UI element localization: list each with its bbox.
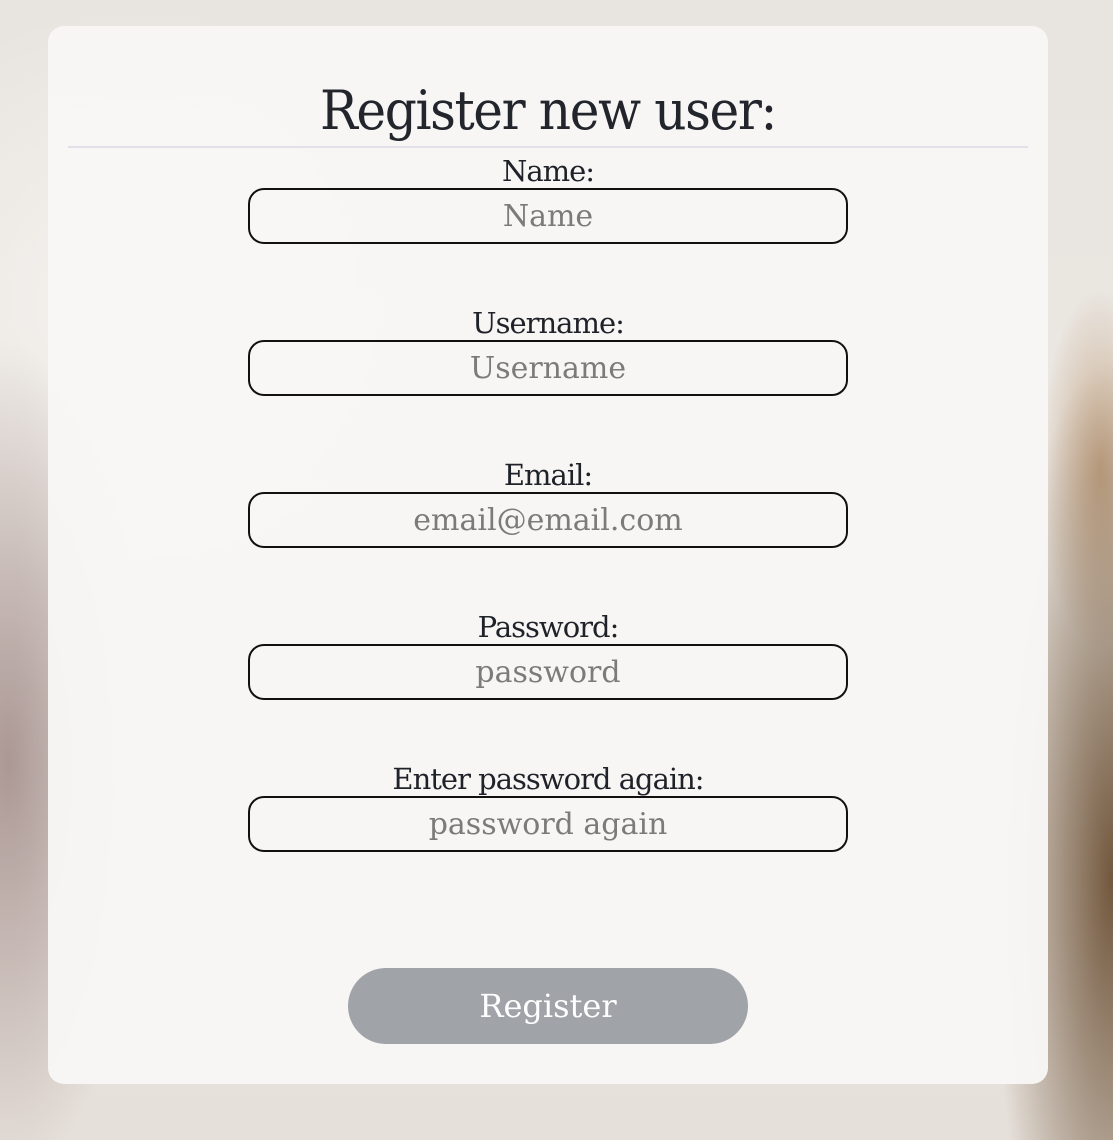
register-card: Register new user: Name: Username: Email… bbox=[48, 26, 1048, 1084]
password-again-label: Enter password again: bbox=[392, 762, 704, 796]
email-field-group: Email: bbox=[248, 458, 848, 548]
email-label: Email: bbox=[503, 458, 593, 492]
password-label: Password: bbox=[477, 610, 620, 644]
password-field-group: Password: bbox=[248, 610, 848, 700]
register-button[interactable]: Register bbox=[348, 968, 748, 1044]
password-again-input[interactable] bbox=[248, 796, 848, 852]
email-input[interactable] bbox=[248, 492, 848, 548]
username-label: Username: bbox=[472, 306, 625, 340]
username-input[interactable] bbox=[248, 340, 848, 396]
name-input[interactable] bbox=[248, 188, 848, 244]
username-field-group: Username: bbox=[248, 306, 848, 396]
name-label: Name: bbox=[501, 154, 595, 188]
password-input[interactable] bbox=[248, 644, 848, 700]
form-title: Register new user: bbox=[319, 79, 777, 142]
password-again-field-group: Enter password again: bbox=[248, 762, 848, 852]
title-divider bbox=[68, 146, 1028, 148]
name-field-group: Name: bbox=[248, 154, 848, 244]
